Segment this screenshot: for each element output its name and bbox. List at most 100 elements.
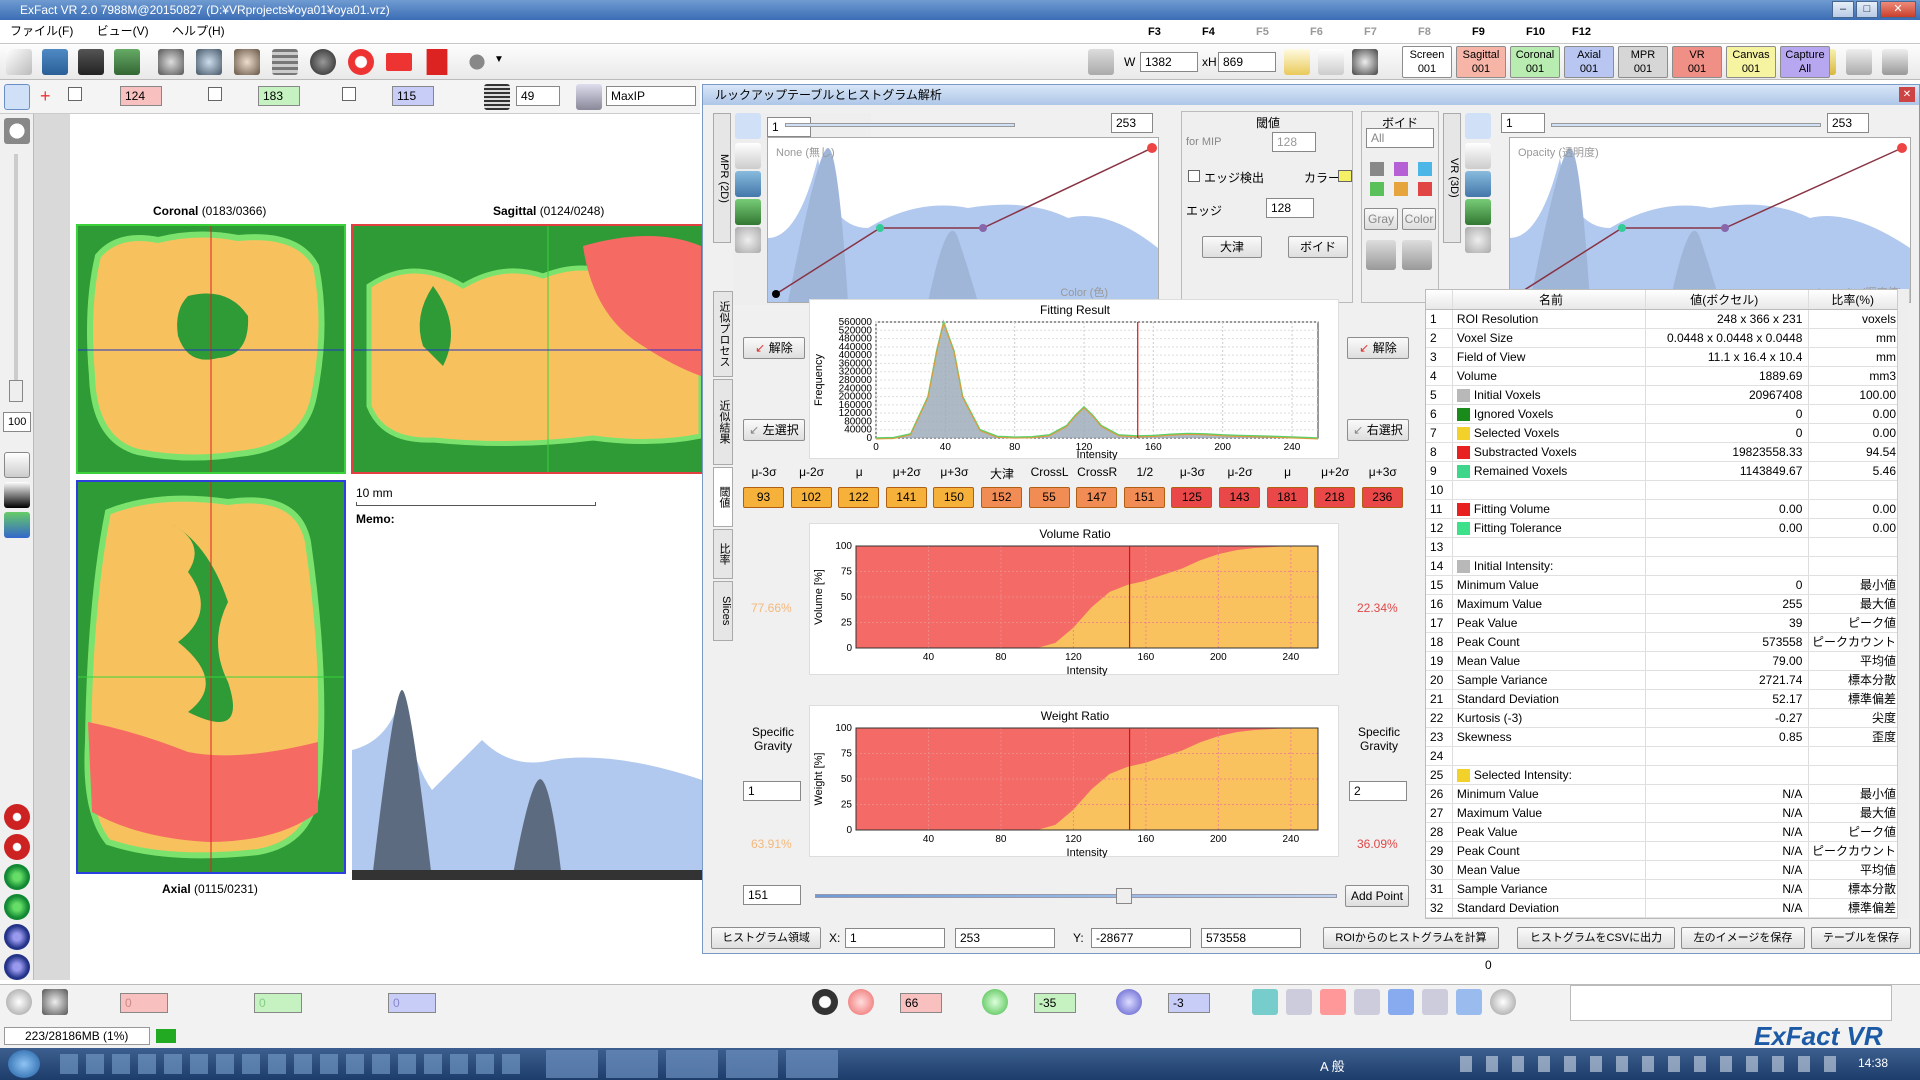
table-row[interactable]: 27 Maximum Value N/A 最大値 xyxy=(1426,804,1902,823)
green-checkbox[interactable] xyxy=(208,87,222,101)
green-rotate-icon[interactable] xyxy=(982,989,1008,1015)
param-value[interactable]: 125 xyxy=(1171,487,1213,508)
nav-3-icon[interactable] xyxy=(1320,989,1346,1015)
mpr-open-icon[interactable] xyxy=(735,171,761,197)
minimize-button[interactable]: – xyxy=(1832,1,1854,18)
red-checkbox[interactable] xyxy=(68,87,82,101)
void-red-swatch[interactable] xyxy=(1418,182,1432,196)
param-value[interactable]: 218 xyxy=(1314,487,1356,508)
view-button-axial[interactable]: Axial 001 xyxy=(1564,46,1614,78)
color-swatch[interactable] xyxy=(1338,170,1352,182)
select-left-button[interactable]: ↙ 左選択 xyxy=(743,419,805,441)
new-icon[interactable] xyxy=(6,49,32,75)
target-icon[interactable] xyxy=(348,49,374,75)
param-value[interactable]: 150 xyxy=(933,487,975,508)
width-input[interactable]: 1382 xyxy=(1140,52,1198,72)
table-row[interactable]: 12 Fitting Tolerance 0.00 0.00 xyxy=(1426,519,1902,538)
mpr-up-icon[interactable] xyxy=(735,143,761,169)
blue-full-icon[interactable] xyxy=(4,954,30,980)
settings-icon[interactable] xyxy=(1882,49,1908,75)
vr-lut-max[interactable]: 253 xyxy=(1827,113,1869,133)
dialog-close-icon[interactable]: ✕ xyxy=(1899,87,1915,102)
rotate-green-input[interactable]: -35 xyxy=(1034,993,1076,1013)
green-slice-input[interactable]: 183 xyxy=(258,86,300,106)
threshold-slider-track[interactable] xyxy=(815,894,1337,898)
gray-button[interactable]: Gray xyxy=(1364,208,1398,230)
nav-1-icon[interactable] xyxy=(1252,989,1278,1015)
bottom-blue-input[interactable]: 0 xyxy=(388,993,436,1013)
ime-indicator[interactable]: A 般 xyxy=(1320,1056,1345,1075)
void-green-swatch[interactable] xyxy=(1370,182,1384,196)
edge-detect-checkbox[interactable] xyxy=(1188,170,1200,182)
blue-half-icon[interactable] xyxy=(4,924,30,950)
vr-range-slider[interactable] xyxy=(1551,123,1821,127)
menu-view[interactable]: ビュー(V) xyxy=(87,20,159,42)
eyes-icon[interactable] xyxy=(812,989,838,1015)
red-rotate-icon[interactable] xyxy=(848,989,874,1015)
release-right-button[interactable]: ↙ 解除 xyxy=(1347,337,1409,359)
green-full-icon[interactable] xyxy=(4,894,30,920)
param-value[interactable]: 143 xyxy=(1219,487,1260,508)
bottom-red-input[interactable]: 0 xyxy=(120,993,168,1013)
table-row[interactable]: 29 Peak Count N/A ピークカウント xyxy=(1426,842,1902,861)
void-gray-swatch[interactable] xyxy=(1370,162,1384,176)
table-row[interactable]: 24 xyxy=(1426,747,1902,766)
histogram1-icon[interactable] xyxy=(1366,240,1396,270)
table-row[interactable]: 20 Sample Variance 2721.74 標本分散 xyxy=(1426,671,1902,690)
y-min-input[interactable]: -28677 xyxy=(1091,928,1191,948)
table-row[interactable]: 32 Standard Deviation N/A 標準偏差 xyxy=(1426,899,1902,918)
x-max-input[interactable]: 253 xyxy=(955,928,1055,948)
sagittal-view[interactable] xyxy=(351,224,703,474)
mpr-range-slider[interactable] xyxy=(785,117,1015,133)
axial-view[interactable] xyxy=(76,480,346,874)
param-value[interactable]: 93 xyxy=(743,487,784,508)
tab-threshold[interactable]: 閾値 xyxy=(713,467,733,527)
mpr-lut-icon[interactable] xyxy=(735,113,761,139)
view-button-coronal[interactable]: Coronal 001 xyxy=(1510,46,1560,78)
table-row[interactable]: 14 Initial Intensity: xyxy=(1426,557,1902,576)
calc-hist-button[interactable]: ROIからのヒストグラムを計算 xyxy=(1323,927,1499,949)
table-row[interactable]: 3 Field of View 11.1 x 16.4 x 10.4 mm xyxy=(1426,348,1902,367)
table-row[interactable]: 10 xyxy=(1426,481,1902,500)
view-button-canvas[interactable]: Canvas 001 xyxy=(1726,46,1776,78)
camera-icon[interactable] xyxy=(1352,49,1378,75)
vr-save-icon[interactable] xyxy=(1465,199,1491,225)
param-value[interactable]: 152 xyxy=(981,487,1022,508)
view-button-vr[interactable]: VR 001 xyxy=(1672,46,1722,78)
save-as-icon[interactable] xyxy=(114,49,140,75)
stack-icon[interactable] xyxy=(272,49,298,75)
vr-lut-editor[interactable]: Opacity (透明度) Intensity (輝度値) xyxy=(1509,137,1911,303)
red-slice-input[interactable]: 124 xyxy=(120,86,162,106)
axes-icon[interactable] xyxy=(4,512,30,538)
window-level-icon[interactable] xyxy=(4,482,30,508)
plus-icon[interactable]: + xyxy=(40,86,51,107)
table-row[interactable]: 31 Sample Variance N/A 標本分散 xyxy=(1426,880,1902,899)
nav-4-icon[interactable] xyxy=(1354,989,1380,1015)
param-value[interactable]: 147 xyxy=(1076,487,1118,508)
table-row[interactable]: 19 Mean Value 79.00 平均値 xyxy=(1426,652,1902,671)
table-row[interactable]: 6 Ignored Voxels 0 0.00 xyxy=(1426,405,1902,424)
lock-icon[interactable] xyxy=(1088,49,1114,75)
red-half-icon[interactable] xyxy=(4,804,30,830)
menu-help[interactable]: ヘルプ(H) xyxy=(162,20,235,42)
mpr-lut-editor[interactable]: None (無し) Color (色) xyxy=(767,137,1159,303)
table-row[interactable]: 11 Fitting Volume 0.00 0.00 xyxy=(1426,500,1902,519)
blue-rotate-icon[interactable] xyxy=(1116,989,1142,1015)
mpr-lut-max[interactable]: 253 xyxy=(1111,113,1153,133)
rotate-blue-input[interactable]: -3 xyxy=(1168,993,1210,1013)
export-csv-button[interactable]: ヒストグラムをCSVに出力 xyxy=(1517,927,1675,949)
view-button-sagittal[interactable]: Sagittal 001 xyxy=(1456,46,1506,78)
zoom-icon[interactable] xyxy=(4,118,30,144)
table-row[interactable]: 28 Peak Value N/A ピーク値 xyxy=(1426,823,1902,842)
y-max-input[interactable]: 573558 xyxy=(1201,928,1301,948)
tab-slices[interactable]: Slices xyxy=(713,581,733,641)
green-half-icon[interactable] xyxy=(4,864,30,890)
otsu-button[interactable]: 大津 xyxy=(1202,236,1262,258)
save-icon[interactable] xyxy=(78,49,104,75)
blue-checkbox[interactable] xyxy=(342,87,356,101)
param-value[interactable]: 55 xyxy=(1028,487,1070,508)
table-row[interactable]: 18 Peak Count 573558 ピークカウント xyxy=(1426,633,1902,652)
void-orange-swatch[interactable] xyxy=(1394,182,1408,196)
table-row[interactable]: 15 Minimum Value 0 最小値 xyxy=(1426,576,1902,595)
void-purple-swatch[interactable] xyxy=(1394,162,1408,176)
